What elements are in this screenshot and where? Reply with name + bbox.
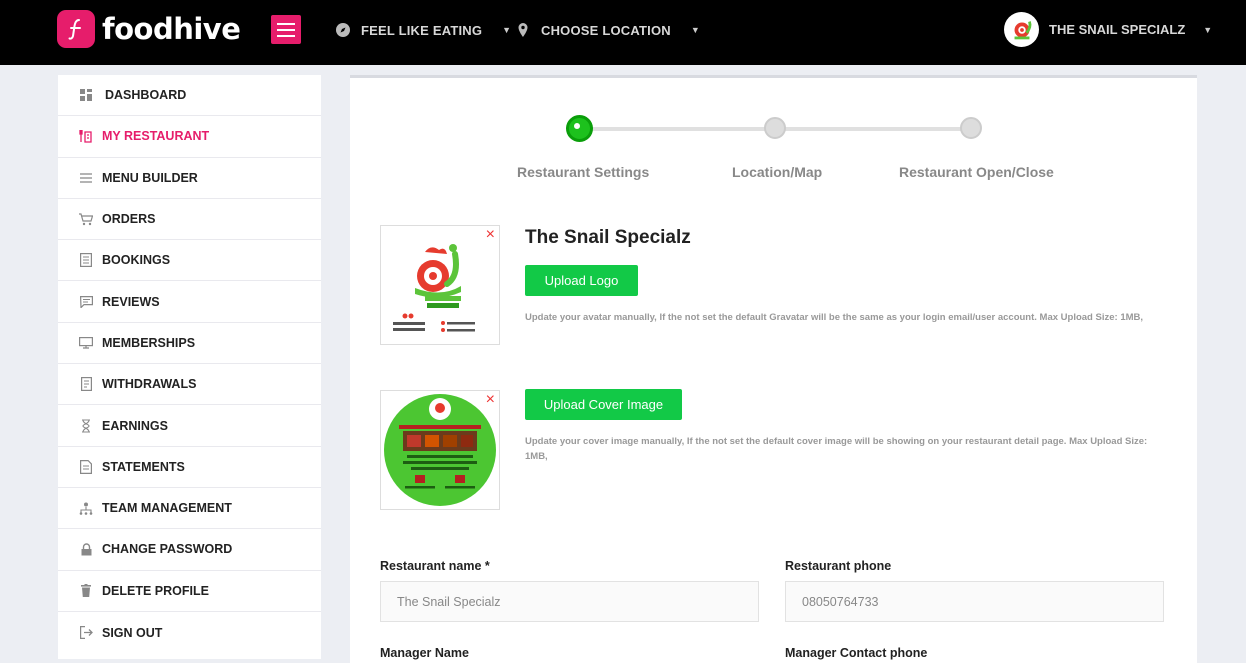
sidebar-item-team-management[interactable]: TEAM MANAGEMENT <box>58 488 321 530</box>
manager-name-label: Manager Name <box>380 646 469 660</box>
monitor-icon <box>79 336 93 350</box>
reviews-icon <box>79 295 93 309</box>
sidebar-item-memberships[interactable]: MEMBERSHIPS <box>58 323 321 365</box>
restaurant-title: The Snail Specialz <box>525 227 691 248</box>
sidebar-item-label: DASHBOARD <box>105 88 187 103</box>
sidebar-item-label: DELETE PROFILE <box>102 583 209 598</box>
cart-icon <box>79 212 93 226</box>
sidebar-item-dashboard[interactable]: DASHBOARD <box>58 75 321 117</box>
sidebar-item-label: WITHDRAWALS <box>102 377 197 392</box>
avatar <box>1004 12 1039 47</box>
signout-icon <box>79 626 93 640</box>
lock-icon <box>79 542 93 556</box>
restaurant-name-label: Restaurant name * <box>380 559 490 573</box>
sidebar-item-change-password[interactable]: CHANGE PASSWORD <box>58 529 321 571</box>
restaurant-name-input[interactable]: The Snail Specialz <box>380 581 759 622</box>
statements-icon <box>79 459 93 474</box>
restaurant-phone-label: Restaurant phone <box>785 559 892 573</box>
step-dot-open-close[interactable] <box>960 117 982 139</box>
sidebar-item-label: MEMBERSHIPS <box>102 335 196 350</box>
cover-preview: × <box>380 390 500 510</box>
feel-like-eating-label: FEEL LIKE EATING <box>361 22 483 38</box>
chevron-down-icon: ▼ <box>502 25 512 35</box>
hamburger-icon <box>277 22 295 25</box>
chevron-down-icon: ▼ <box>690 25 700 35</box>
compass-icon <box>336 23 350 37</box>
sidebar-item-withdrawals[interactable]: WITHDRAWALS <box>58 364 321 406</box>
sidebar: DASHBOARD MY RESTAURANT MENU BUILDER ORD… <box>58 75 321 659</box>
manager-phone-label: Manager Contact phone <box>785 646 928 660</box>
sidebar-item-label: BOOKINGS <box>102 253 171 268</box>
sidebar-item-label: STATEMENTS <box>102 459 185 474</box>
stepper: Restaurant Settings Location/Map Restaur… <box>350 78 1197 198</box>
menu-toggle-button[interactable] <box>271 15 301 44</box>
sidebar-item-reviews[interactable]: REVIEWS <box>58 281 321 323</box>
location-pin-icon <box>518 23 528 37</box>
sidebar-item-sign-out[interactable]: SIGN OUT <box>58 612 321 653</box>
logo-preview: × <box>380 225 500 345</box>
sidebar-item-delete-profile[interactable]: DELETE PROFILE <box>58 571 321 612</box>
sidebar-item-bookings[interactable]: BOOKINGS <box>58 240 321 282</box>
sidebar-item-label: SIGN OUT <box>102 625 163 640</box>
choose-location-label: CHOOSE LOCATION <box>541 22 671 38</box>
cover-hint-text: Update your cover image manually, If the… <box>525 436 1148 462</box>
step-label-location-map[interactable]: Location/Map <box>732 164 822 180</box>
sidebar-item-label: ORDERS <box>102 212 156 227</box>
restaurant-phone-input[interactable]: 08050764733 <box>785 581 1164 622</box>
brand-name[interactable]: foodhive <box>102 12 241 46</box>
user-menu[interactable]: THE SNAIL SPECIALZ ▼ <box>1004 12 1212 47</box>
upload-cover-image-button[interactable]: Upload Cover Image <box>525 389 682 420</box>
sidebar-item-statements[interactable]: STATEMENTS <box>58 447 321 488</box>
top-bar: foodhive FEEL LIKE EATING ▼ CHOOSE LOCAT… <box>0 0 1246 65</box>
snail-logo-image <box>393 244 475 332</box>
trash-icon <box>79 584 93 598</box>
upload-logo-button[interactable]: Upload Logo <box>525 265 638 296</box>
step-label-open-close[interactable]: Restaurant Open/Close <box>899 164 1054 180</box>
step-connector <box>580 127 775 131</box>
sidebar-item-menu-builder[interactable]: MENU BUILDER <box>58 158 321 199</box>
cover-image <box>384 394 496 506</box>
chevron-down-icon: ▼ <box>1203 24 1213 35</box>
sidebar-item-label: EARNINGS <box>102 418 168 433</box>
team-icon <box>79 501 93 515</box>
step-dot-location-map[interactable] <box>764 117 786 139</box>
withdrawals-icon <box>79 377 93 392</box>
step-label-restaurant-settings[interactable]: Restaurant Settings <box>517 164 649 180</box>
sidebar-item-my-restaurant[interactable]: MY RESTAURANT <box>58 116 321 158</box>
dashboard-icon <box>79 88 93 102</box>
sidebar-item-earnings[interactable]: EARNINGS <box>58 405 321 447</box>
step-dot-restaurant-settings[interactable] <box>566 115 593 142</box>
sidebar-item-label: MY RESTAURANT <box>102 129 210 144</box>
sidebar-item-label: CHANGE PASSWORD <box>102 542 233 557</box>
hourglass-icon <box>79 418 93 433</box>
step-connector <box>776 127 972 131</box>
restaurant-icon <box>79 129 93 144</box>
choose-location-dropdown[interactable]: CHOOSE LOCATION ▼ <box>515 22 700 38</box>
feel-like-eating-dropdown[interactable]: FEEL LIKE EATING ▼ <box>335 22 511 38</box>
sidebar-item-label: MENU BUILDER <box>102 170 198 185</box>
foodhive-logo-icon[interactable] <box>57 10 95 48</box>
main-content: Restaurant Settings Location/Map Restaur… <box>350 75 1197 663</box>
logo-hint-text: Update your avatar manually, If the not … <box>525 312 1144 323</box>
remove-logo-close-icon[interactable]: × <box>486 227 495 243</box>
bookings-icon <box>79 253 93 268</box>
user-name: THE SNAIL SPECIALZ <box>1049 22 1186 37</box>
sidebar-item-orders[interactable]: ORDERS <box>58 199 321 241</box>
sidebar-item-label: REVIEWS <box>102 294 160 309</box>
sidebar-item-label: TEAM MANAGEMENT <box>102 501 232 516</box>
menu-icon <box>79 171 93 185</box>
remove-cover-close-icon[interactable]: × <box>486 392 495 408</box>
